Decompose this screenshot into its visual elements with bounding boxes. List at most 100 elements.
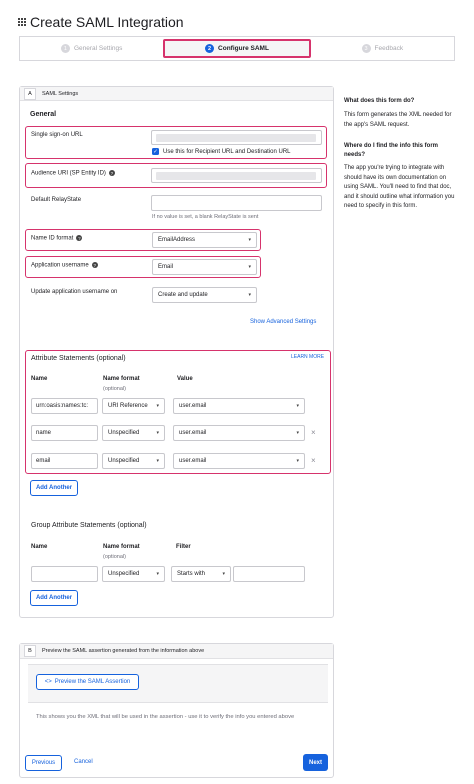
chevron-down-icon: ▾ — [156, 571, 159, 577]
attribute-name-value: name — [36, 430, 52, 436]
step-configure-saml[interactable]: 2 Configure SAML — [163, 39, 311, 58]
preview-button-label: Preview the SAML Assertion — [54, 679, 131, 685]
page-title-text: Create SAML Integration — [30, 14, 184, 30]
chevron-down-icon: ▾ — [296, 458, 299, 464]
step-label: General Settings — [73, 45, 123, 52]
section-a-header: A SAML Settings — [20, 87, 333, 101]
info-icon[interactable]: ? — [76, 235, 83, 241]
attribute-format-select[interactable]: Unspecified ▾ — [102, 425, 165, 441]
attribute-format-select[interactable]: Unspecified ▾ — [102, 453, 165, 469]
group-name-input[interactable] — [31, 566, 98, 582]
attribute-name-value: email — [36, 458, 51, 464]
attribute-value-select[interactable]: user.email ▾ — [173, 425, 305, 441]
sso-url-label: Single sign-on URL — [31, 132, 83, 138]
attribute-name-input[interactable]: email — [31, 453, 98, 469]
help-question-2: Where do I find the info this form needs… — [344, 143, 438, 158]
attribute-name-value: urn:oasis:names:tc: — [36, 403, 89, 409]
help-question-1: What does this form do? — [344, 98, 415, 104]
relaystate-label: Default RelayState — [31, 197, 82, 203]
info-icon[interactable]: ? — [91, 262, 98, 268]
step-feedback[interactable]: 3 Feedback — [311, 37, 454, 60]
group-col-name-header: Name — [31, 544, 48, 550]
update-label: Update application username on — [31, 289, 118, 295]
username-label: Application username? — [31, 262, 98, 269]
show-advanced-settings-link[interactable]: Show Advanced Settings — [250, 319, 316, 325]
attribute-name-input[interactable]: urn:oasis:names:tc: — [31, 398, 98, 414]
col-name-header: Name — [31, 376, 48, 382]
learn-more-link[interactable]: LEARN MORE — [291, 354, 324, 360]
chevron-down-icon: ▾ — [296, 403, 299, 409]
sso-checkbox-label: Use this for Recipient URL and Destinati… — [163, 148, 291, 155]
update-value: Create and update — [158, 292, 208, 298]
sso-checkbox-row[interactable]: ✓ Use this for Recipient URL and Destina… — [152, 148, 291, 155]
step-number: 3 — [361, 44, 371, 53]
add-attribute-button[interactable]: Add Another — [30, 480, 78, 496]
update-select[interactable]: Create and update ▾ — [152, 287, 257, 303]
apps-grid-icon — [18, 18, 26, 26]
attribute-value-value: user.email — [179, 430, 207, 436]
preview-description: This shows you the XML that will be used… — [36, 714, 295, 720]
chevron-down-icon: ▾ — [156, 430, 159, 436]
section-letter: B — [24, 645, 36, 657]
step-number: 1 — [60, 44, 70, 53]
audience-input[interactable] — [151, 168, 322, 183]
attribute-format-select[interactable]: URI Reference ▾ — [102, 398, 165, 414]
step-label: Feedback — [374, 45, 404, 52]
page-title: Create SAML Integration — [18, 14, 184, 30]
chevron-down-icon: ▾ — [296, 430, 299, 436]
section-b-header: B Preview the SAML assertion generated f… — [20, 644, 333, 659]
step-label: Configure SAML — [218, 45, 269, 52]
attribute-format-value: URI Reference — [108, 403, 148, 409]
group-format-select[interactable]: Unspecified ▾ — [102, 566, 165, 582]
sso-url-input[interactable] — [151, 130, 322, 145]
nameid-label-text: Name ID format — [31, 235, 74, 242]
redacted-value — [156, 171, 316, 180]
chevron-down-icon: ▾ — [248, 292, 251, 298]
step-general-settings[interactable]: 1 General Settings — [20, 37, 163, 60]
add-group-attribute-button[interactable]: Add Another — [30, 590, 78, 606]
chevron-down-icon: ▾ — [222, 571, 225, 577]
attribute-value-select[interactable]: user.email ▾ — [173, 398, 305, 414]
attribute-value-value: user.email — [179, 458, 207, 464]
chevron-down-icon: ▾ — [156, 458, 159, 464]
group-filter-value: Starts with — [177, 571, 206, 577]
nameid-value: EmailAddress — [158, 237, 196, 243]
group-filter-select[interactable]: Starts with ▾ — [171, 566, 231, 582]
checkbox-checked-icon[interactable]: ✓ — [152, 148, 159, 155]
remove-row-close-icon[interactable]: × — [311, 428, 316, 437]
previous-button[interactable]: Previous — [25, 755, 62, 771]
redacted-value — [156, 133, 316, 142]
info-icon[interactable]: ? — [108, 170, 115, 176]
preview-saml-assertion-button[interactable]: <> Preview the SAML Assertion — [36, 674, 139, 690]
username-select[interactable]: Email ▾ — [152, 259, 257, 275]
attribute-statements-title: Attribute Statements (optional) — [31, 355, 126, 362]
nameid-select[interactable]: EmailAddress ▾ — [152, 232, 257, 248]
col-format-sub: (optional) — [103, 386, 126, 392]
group-col-format-sub: (optional) — [103, 554, 126, 560]
group-attribute-title: Group Attribute Statements (optional) — [31, 522, 147, 529]
step-number: 2 — [205, 44, 215, 53]
general-heading: General — [30, 111, 57, 118]
attribute-format-value: Unspecified — [108, 430, 140, 436]
remove-row-close-icon[interactable]: × — [311, 456, 316, 465]
wizard-steps: 1 General Settings 2 Configure SAML 3 Fe… — [19, 36, 455, 61]
attribute-name-input[interactable]: name — [31, 425, 98, 441]
group-filter-input[interactable] — [233, 566, 305, 582]
relaystate-input[interactable] — [151, 195, 322, 211]
col-format-header: Name format — [103, 376, 140, 382]
section-letter: A — [24, 87, 36, 100]
attribute-value-value: user.email — [179, 403, 207, 409]
chevron-down-icon: ▾ — [156, 403, 159, 409]
audience-label: Audience URI (SP Entity ID)? — [31, 170, 115, 177]
section-title: Preview the SAML assertion generated fro… — [42, 648, 205, 654]
username-label-text: Application username — [31, 262, 89, 269]
cancel-link[interactable]: Cancel — [74, 759, 93, 765]
code-icon: <> — [44, 679, 52, 685]
next-button[interactable]: Next — [303, 754, 328, 771]
username-value: Email — [158, 264, 174, 270]
group-col-filter-header: Filter — [176, 544, 191, 550]
help-answer-1: This form generates the XML needed for t… — [344, 112, 452, 128]
attribute-value-select[interactable]: user.email ▾ — [173, 453, 305, 469]
group-col-format-header: Name format — [103, 544, 140, 550]
group-format-value: Unspecified — [108, 571, 140, 577]
